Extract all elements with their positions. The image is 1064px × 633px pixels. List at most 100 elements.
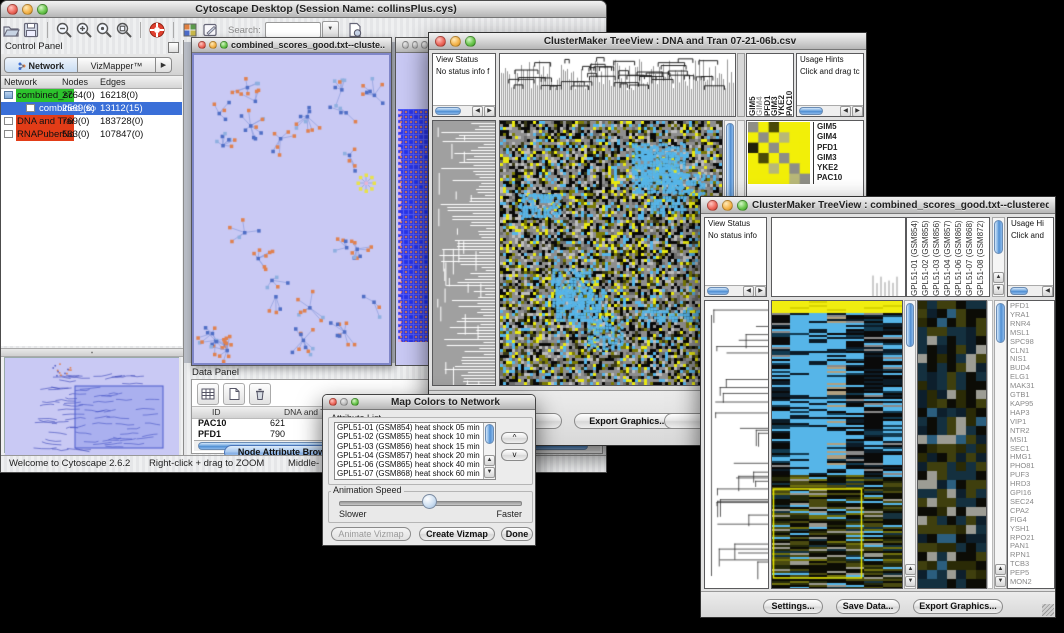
attribute-item[interactable]: GPL51-03 (GSM856) heat shock 15 min [335, 442, 495, 451]
gene-label[interactable]: PFD1 [817, 143, 842, 153]
heatmap-global[interactable] [499, 120, 723, 386]
attribute-item[interactable]: GPL51-07 (GSM868) heat shock 60 min [335, 469, 495, 478]
tab-network[interactable]: Network [4, 57, 78, 73]
move-up-button[interactable]: ^ [501, 432, 528, 444]
array-label[interactable]: GPL51-07 (GSM868) [964, 218, 975, 296]
speed-slider-thumb[interactable] [422, 494, 437, 509]
column-dendrogram[interactable] [499, 53, 736, 117]
array-label[interactable]: GPL51-06 (GSM865) [953, 218, 964, 296]
array-label[interactable]: GPL51-01 (GSM854) [909, 218, 920, 296]
scroll-up-icon[interactable]: ▲ [484, 455, 495, 466]
scroll-down-icon[interactable]: ▼ [484, 467, 495, 478]
zoom-selected-icon[interactable] [94, 20, 114, 40]
scroll-thumb[interactable] [799, 107, 823, 115]
gene-label[interactable]: GIM3 [817, 153, 842, 163]
array-label[interactable]: GPL51-03 (GSM856) [931, 218, 942, 296]
scroll-down-icon[interactable]: ▼ [995, 576, 1006, 587]
done-button[interactable]: Done [501, 527, 533, 541]
top-vscrollbar[interactable]: ▲▼ [992, 217, 1005, 297]
scroll-right-icon[interactable]: ▶ [852, 106, 863, 117]
usage-hints-hscrollbar[interactable]: ◀ [1008, 285, 1053, 296]
scroll-thumb[interactable] [707, 287, 729, 295]
resize-grip[interactable] [1042, 604, 1054, 616]
zoom-out-icon[interactable] [54, 20, 74, 40]
list-vscrollbar[interactable]: ▲▼ [483, 423, 495, 479]
global-vscrollbar[interactable]: ▲▼ [904, 300, 916, 589]
network-overview[interactable] [4, 357, 179, 453]
treeview2-titlebar[interactable]: ClusterMaker TreeView : combined_scores_… [701, 197, 1055, 214]
scroll-thumb[interactable] [994, 220, 1003, 254]
help-ring-icon[interactable] [147, 20, 167, 40]
view-status-hscrollbar[interactable]: ◀▶ [433, 105, 495, 116]
close-button[interactable] [707, 200, 718, 211]
float-window-icon[interactable] [168, 42, 179, 53]
zoom-button[interactable] [465, 36, 476, 47]
attribute-listbox[interactable]: GPL51-01 (GSM854) heat shock 05 minGPL51… [334, 422, 496, 480]
scroll-up-icon[interactable]: ▲ [995, 564, 1006, 575]
minimize-button[interactable] [722, 200, 733, 211]
gene-label[interactable]: GIM5 [817, 122, 842, 132]
open-session-icon[interactable] [1, 20, 21, 40]
search-input[interactable] [265, 22, 321, 38]
mini-vscrollbar[interactable] [737, 53, 745, 117]
scroll-left-icon[interactable]: ◀ [840, 106, 851, 117]
scroll-thumb[interactable] [485, 424, 494, 444]
attribute-item[interactable]: GPL51-04 (GSM857) heat shock 20 min [335, 451, 495, 460]
names-vscrollbar[interactable]: ▲▼ [994, 300, 1007, 589]
attribute-item[interactable]: GPL51-06 (GSM865) heat shock 40 min [335, 460, 495, 469]
usage-hints-hscrollbar[interactable]: ◀▶ [797, 105, 863, 116]
array-label[interactable]: GPL51-08 (GSM872) [975, 218, 986, 296]
array-label[interactable]: GIM4 [756, 54, 763, 116]
treeview1-titlebar[interactable]: ClusterMaker TreeView : DNA and Tran 07-… [429, 33, 866, 50]
gene-dendrogram[interactable] [704, 300, 769, 589]
minimize-button[interactable] [450, 36, 461, 47]
zoom-button[interactable] [737, 200, 748, 211]
save-data-button[interactable]: Save Data... [836, 599, 900, 614]
gene-label[interactable]: PAC10 [817, 173, 842, 183]
heatmap-global[interactable] [771, 300, 903, 589]
array-label[interactable]: YKE2 [778, 54, 785, 116]
view-status-hscrollbar[interactable]: ◀▶ [705, 285, 766, 296]
select-attributes-icon[interactable] [197, 383, 219, 405]
close-button[interactable] [198, 41, 206, 49]
scroll-left-icon[interactable]: ◀ [743, 286, 754, 297]
zoom-matrix[interactable] [748, 122, 810, 184]
array-label[interactable]: GPL51-04 (GSM857) [942, 218, 953, 296]
network-canvas[interactable] [192, 53, 391, 365]
animate-vizmap-button[interactable]: Animate Vizmap [331, 527, 411, 541]
create-vizmap-button[interactable]: Create Vizmap [419, 527, 495, 541]
zoom-fit-icon[interactable] [114, 20, 134, 40]
network-row[interactable]: DNA and Tran 07 769(0) 183728(0) [1, 115, 182, 128]
scroll-thumb[interactable] [1010, 287, 1028, 295]
scroll-up-icon[interactable]: ▲ [993, 272, 1004, 283]
zoom-button[interactable] [421, 41, 428, 49]
attribute-item[interactable]: GPL51-02 (GSM855) heat shock 10 min [335, 432, 495, 441]
network-row[interactable]: combined_scores 2764(0) 16218(0) [1, 89, 182, 102]
tab-vizmapper[interactable]: VizMapper™ [78, 57, 156, 73]
close-button[interactable] [7, 4, 18, 15]
delete-attribute-icon[interactable] [249, 383, 271, 405]
zoom-button[interactable] [220, 41, 228, 49]
attribute-item[interactable]: GPL51-01 (GSM854) heat shock 05 min [335, 423, 495, 432]
close-button[interactable] [329, 398, 337, 406]
zoom-button[interactable] [37, 4, 48, 15]
save-session-icon[interactable] [21, 20, 41, 40]
scroll-right-icon[interactable]: ▶ [755, 286, 766, 297]
gene-label[interactable]: YKE2 [817, 163, 842, 173]
cytoscape-titlebar[interactable]: Cytoscape Desktop (Session Name: collins… [1, 1, 606, 18]
settings-button[interactable]: Settings... [763, 599, 823, 614]
network-row[interactable]: combined_sco 2569(6) 13112(15) [1, 102, 182, 115]
export-graphics-button[interactable]: Export Graphics... [913, 599, 1003, 614]
tab-overflow-button[interactable]: ▶ [156, 57, 172, 73]
gene-dendrogram[interactable] [432, 120, 496, 386]
minimize-button[interactable] [209, 41, 217, 49]
scroll-right-icon[interactable]: ▶ [484, 106, 495, 117]
heatmap-zoom[interactable] [917, 300, 987, 589]
zoom-button[interactable] [351, 398, 359, 406]
gene-label[interactable]: MON2 [1010, 578, 1054, 587]
scroll-down-icon[interactable]: ▼ [993, 284, 1004, 295]
dialog-titlebar[interactable]: Map Colors to Network [323, 395, 535, 410]
close-button[interactable] [402, 41, 409, 49]
zoom-in-icon[interactable] [74, 20, 94, 40]
panel-splitter[interactable] [1, 348, 183, 357]
